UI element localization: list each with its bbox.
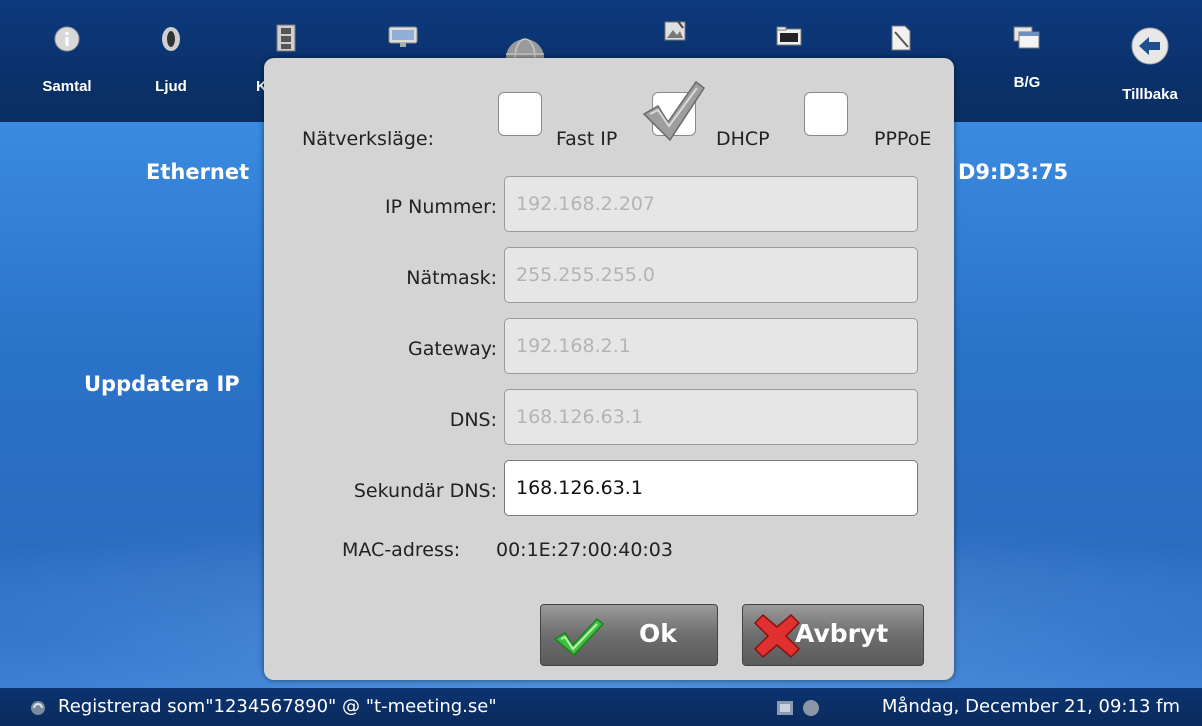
network-settings-dialog: Nätverksläge: Fast IP DHCP PPPoE IP Numm… xyxy=(264,58,954,680)
ok-button[interactable]: Ok xyxy=(540,604,718,666)
ip-number-field[interactable]: 192.168.2.207 xyxy=(504,176,918,232)
toolbar-item-ljud[interactable]: Ljud xyxy=(126,0,216,122)
netmask-field[interactable]: 255.255.255.0 xyxy=(504,247,918,303)
secondary-dns-label: Sekundär DNS: xyxy=(353,480,497,502)
back-arrow-icon xyxy=(1131,27,1169,65)
document-icon xyxy=(891,25,911,51)
registration-text: Registrerad som"1234567890" @ "t-meeting… xyxy=(58,696,497,717)
toolbar-item-bg[interactable]: B/G xyxy=(982,0,1072,122)
dhcp-label: DHCP xyxy=(716,128,770,150)
update-ip-button[interactable]: Uppdatera IP xyxy=(84,372,240,396)
checkmark-icon xyxy=(642,80,706,142)
mac-fragment-label: D9:D3:75 xyxy=(958,160,1069,184)
globe-status-icon xyxy=(803,700,819,716)
toolbar-label: Ljud xyxy=(155,78,187,95)
network-status-icon xyxy=(777,701,793,715)
checkmark-green-icon xyxy=(553,617,605,657)
mac-address-label: MAC-adress: xyxy=(342,539,461,561)
registration-status-icon xyxy=(31,701,45,715)
ip-number-label: IP Nummer: xyxy=(385,196,497,218)
pppoe-checkbox[interactable] xyxy=(804,92,848,136)
windows-icon xyxy=(1013,26,1040,49)
secondary-dns-field[interactable]: 168.126.63.1 xyxy=(504,460,918,516)
monitor-icon xyxy=(388,26,418,47)
toolbar-label: Tillbaka xyxy=(1122,86,1178,103)
film-icon xyxy=(276,24,296,52)
network-mode-label: Nätverksläge: xyxy=(302,128,435,150)
speaker-icon xyxy=(162,27,180,51)
ethernet-label: Ethernet xyxy=(146,160,250,184)
netmask-label: Nätmask: xyxy=(406,267,497,289)
toolbar-item-samtal[interactable]: Samtal xyxy=(22,0,112,122)
dns-field[interactable]: 168.126.63.1 xyxy=(504,389,918,445)
avbryt-button[interactable]: Avbryt xyxy=(742,604,924,666)
fast-ip-label: Fast IP xyxy=(556,128,618,150)
tillbaka-button[interactable]: Tillbaka xyxy=(1098,0,1202,122)
ok-button-label: Ok xyxy=(639,619,677,648)
mac-address-value: 00:1E:27:00:40:03 xyxy=(496,539,673,561)
toolbar-label: B/G xyxy=(1013,74,1041,91)
folder-icon xyxy=(776,26,802,46)
dns-label: DNS: xyxy=(449,409,497,431)
status-bar: Registrerad som"1234567890" @ "t-meeting… xyxy=(0,688,1202,726)
picture-icon xyxy=(664,19,686,41)
pppoe-label: PPPoE xyxy=(874,128,932,150)
toolbar-label: Samtal xyxy=(42,78,92,95)
datetime-text: Måndag, December 21, 09:13 fm xyxy=(881,696,1180,717)
gateway-label: Gateway: xyxy=(408,338,497,360)
avbryt-button-label: Avbryt xyxy=(795,619,889,648)
fast-ip-checkbox[interactable] xyxy=(498,92,542,136)
gateway-field[interactable]: 192.168.2.1 xyxy=(504,318,918,374)
info-icon xyxy=(54,26,80,52)
